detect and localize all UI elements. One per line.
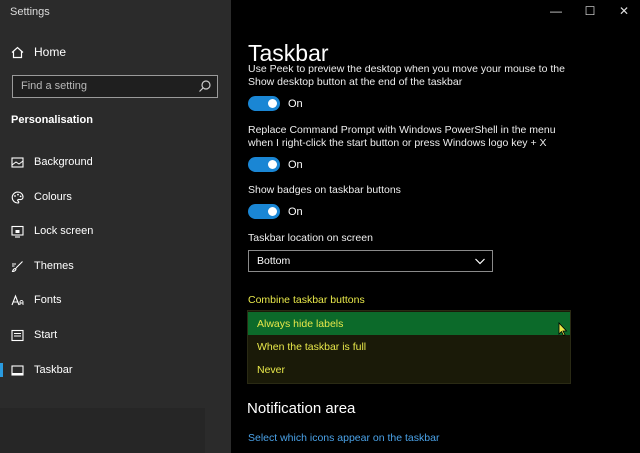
- badges-toggle-state: On: [288, 206, 303, 218]
- active-indicator: [0, 363, 3, 377]
- search-input[interactable]: Find a setting: [12, 75, 218, 98]
- option-label: When the taskbar is full: [257, 341, 367, 353]
- fonts-icon: [11, 294, 24, 306]
- home-icon: [11, 46, 24, 58]
- location-select[interactable]: Bottom: [248, 250, 493, 272]
- sidebar-item-label: Background: [34, 156, 93, 168]
- search-icon[interactable]: [198, 79, 212, 93]
- location-label: Taskbar location on screen: [248, 232, 373, 244]
- home-label: Home: [34, 45, 67, 59]
- minimize-button[interactable]: —: [541, 4, 571, 18]
- peek-toggle-state: On: [288, 98, 303, 110]
- powershell-description: Replace Command Prompt with Windows Powe…: [248, 124, 556, 149]
- notification-heading: Notification area: [247, 400, 356, 417]
- lock-screen-icon: [11, 225, 24, 238]
- main-pane: — ☐ ✕ Taskbar Use Peek to preview the de…: [231, 0, 640, 453]
- toggle-knob: [268, 207, 277, 216]
- sidebar-item-label: Taskbar: [34, 364, 73, 376]
- sidebar-item-label: Colours: [34, 191, 72, 203]
- badges-description: Show badges on taskbar buttons: [248, 184, 401, 196]
- maximize-button[interactable]: ☐: [575, 4, 605, 18]
- sidebar-item-start[interactable]: Start: [0, 320, 231, 350]
- page-title: Taskbar: [248, 40, 329, 66]
- combine-label: Combine taskbar buttons: [248, 294, 365, 306]
- sidebar-item-background[interactable]: Background: [0, 147, 231, 177]
- sidebar: Settings Home Find a setting Personalisa…: [0, 0, 231, 453]
- option-label: Always hide labels: [257, 318, 344, 330]
- sidebar-item-colours[interactable]: Colours: [0, 182, 231, 212]
- chevron-down-icon: [475, 258, 485, 265]
- sidebar-item-label: Start: [34, 329, 58, 341]
- badges-toggle[interactable]: [248, 204, 280, 219]
- sidebar-footer-strip: [0, 408, 205, 453]
- themes-brush-icon: [11, 261, 23, 273]
- combine-option-always-hide[interactable]: Always hide labels: [248, 312, 570, 335]
- powershell-toggle[interactable]: [248, 157, 280, 172]
- sidebar-item-label: Lock screen: [34, 225, 94, 237]
- mouse-cursor-icon: [558, 322, 568, 336]
- section-title: Personalisation: [11, 114, 93, 126]
- home-nav-item[interactable]: Home: [11, 45, 66, 59]
- sidebar-item-taskbar[interactable]: Taskbar: [0, 355, 231, 385]
- combine-option-when-full[interactable]: When the taskbar is full: [248, 335, 570, 358]
- sidebar-item-label: Fonts: [34, 294, 62, 306]
- sidebar-item-lock-screen[interactable]: Lock screen: [0, 216, 231, 246]
- sidebar-item-fonts[interactable]: Fonts: [0, 285, 231, 315]
- search-placeholder: Find a setting: [21, 80, 88, 92]
- close-button[interactable]: ✕: [609, 4, 639, 18]
- location-value: Bottom: [257, 255, 291, 267]
- combine-dropdown-list: Always hide labels When the taskbar is f…: [247, 310, 571, 384]
- option-label: Never: [257, 364, 286, 376]
- taskbar-icon: [11, 365, 24, 376]
- peek-text: Use Peek to preview the desktop when you…: [248, 65, 565, 88]
- start-icon: [11, 329, 24, 342]
- sidebar-item-themes[interactable]: Themes: [0, 251, 231, 281]
- toggle-knob: [268, 99, 277, 108]
- powershell-toggle-state: On: [288, 159, 303, 171]
- palette-icon: [11, 191, 24, 204]
- sidebar-item-label: Themes: [34, 260, 74, 272]
- peek-toggle[interactable]: [248, 96, 280, 111]
- toggle-knob: [268, 160, 277, 169]
- select-icons-link[interactable]: Select which icons appear on the taskbar: [248, 432, 439, 444]
- peek-description: Use Peek to preview the desktop when you…: [248, 65, 578, 89]
- image-icon: [11, 157, 24, 168]
- app-title: Settings: [10, 6, 50, 18]
- combine-option-never[interactable]: Never: [248, 358, 570, 381]
